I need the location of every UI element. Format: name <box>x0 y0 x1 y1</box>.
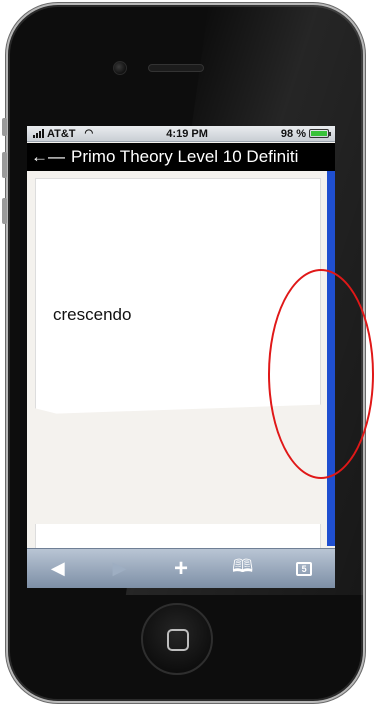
back-button[interactable]: ◀ <box>38 554 78 584</box>
bookmarks-button[interactable]: 🕮 <box>223 554 263 584</box>
signal-icon <box>33 129 44 138</box>
back-triangle-icon: ◀ <box>50 558 65 578</box>
status-bar: AT&T ◠ 4:19 PM 98 % <box>27 126 335 142</box>
plus-icon: + <box>173 554 188 582</box>
earpiece-speaker <box>148 64 204 72</box>
front-camera <box>113 61 127 75</box>
battery-percent: 98 % <box>280 127 306 140</box>
add-button[interactable]: + <box>161 554 201 584</box>
battery-icon <box>309 129 331 138</box>
home-square-icon <box>167 629 189 651</box>
forward-button[interactable]: ▶ <box>99 554 139 584</box>
page-title: Primo Theory Level 10 Definiti <box>71 147 299 166</box>
home-button[interactable] <box>141 603 213 675</box>
clock: 4:19 PM <box>166 127 208 140</box>
tabs-icon: 5 <box>296 561 313 576</box>
mute-switch <box>2 118 7 136</box>
volume-up-button <box>2 152 7 178</box>
volume-down-button <box>2 198 7 224</box>
annotation-circle <box>268 269 374 479</box>
browser-toolbar: ◀ ▶ + 🕮 5 <box>27 548 335 588</box>
carrier-label: AT&T <box>47 127 76 140</box>
forward-triangle-icon: ▶ <box>112 558 127 578</box>
back-arrow-icon[interactable]: ←— <box>31 147 65 167</box>
title-bar: ←— Primo Theory Level 10 Definiti <box>27 143 335 171</box>
book-icon: 🕮 <box>231 555 254 576</box>
tabs-button[interactable]: 5 <box>284 554 324 584</box>
wifi-icon: ◠ <box>84 128 94 139</box>
flashcard-term: crescendo <box>53 305 132 324</box>
